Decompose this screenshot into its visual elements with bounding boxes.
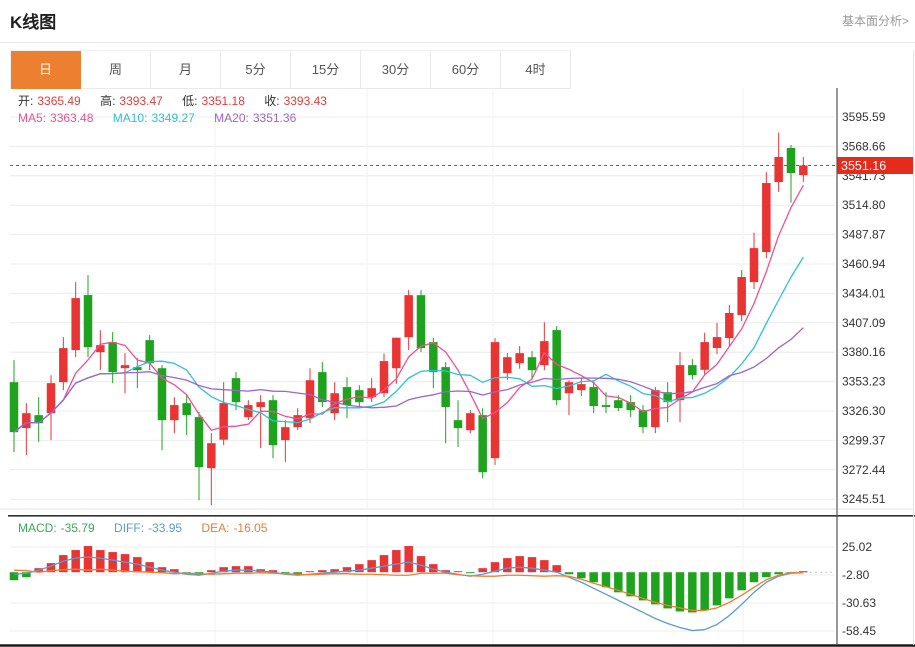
- svg-text:3568.66: 3568.66: [842, 139, 886, 153]
- tab-interval-3[interactable]: 5分: [221, 51, 291, 89]
- svg-text:3353.23: 3353.23: [842, 375, 886, 389]
- svg-text:3272.44: 3272.44: [842, 463, 886, 477]
- svg-text:-2.80: -2.80: [842, 568, 870, 582]
- svg-text:3514.80: 3514.80: [842, 198, 886, 212]
- kline-chart[interactable]: 3595.593568.663541.733514.803487.873460.…: [0, 0, 915, 647]
- svg-text:3595.59: 3595.59: [842, 110, 886, 124]
- svg-text:3487.87: 3487.87: [842, 228, 886, 242]
- svg-text:3407.09: 3407.09: [842, 316, 886, 330]
- tab-interval-4[interactable]: 15分: [291, 51, 361, 89]
- tab-interval-0[interactable]: 日: [11, 51, 81, 89]
- svg-text:-30.63: -30.63: [842, 596, 876, 610]
- svg-text:-58.45: -58.45: [842, 624, 876, 638]
- svg-text:3380.16: 3380.16: [842, 345, 886, 359]
- svg-text:3299.37: 3299.37: [842, 433, 886, 447]
- svg-text:3434.01: 3434.01: [842, 286, 886, 300]
- page-title: K线图: [10, 8, 56, 33]
- svg-text:3245.51: 3245.51: [842, 492, 886, 506]
- tab-interval-5[interactable]: 30分: [361, 51, 431, 89]
- tab-interval-7[interactable]: 4时: [501, 51, 571, 89]
- svg-text:3551.16: 3551.16: [841, 159, 886, 173]
- tab-interval-1[interactable]: 周: [81, 51, 151, 89]
- svg-text:3326.30: 3326.30: [842, 404, 886, 418]
- tab-interval-6[interactable]: 60分: [431, 51, 501, 89]
- svg-text:25.02: 25.02: [842, 540, 872, 554]
- fundamental-analysis-link[interactable]: 基本面分析>: [842, 12, 909, 29]
- header-divider: [0, 42, 915, 43]
- svg-text:3460.94: 3460.94: [842, 257, 886, 271]
- interval-tabbar: 日周月5分15分30分60分4时: [10, 50, 571, 89]
- tab-interval-2[interactable]: 月: [151, 51, 221, 89]
